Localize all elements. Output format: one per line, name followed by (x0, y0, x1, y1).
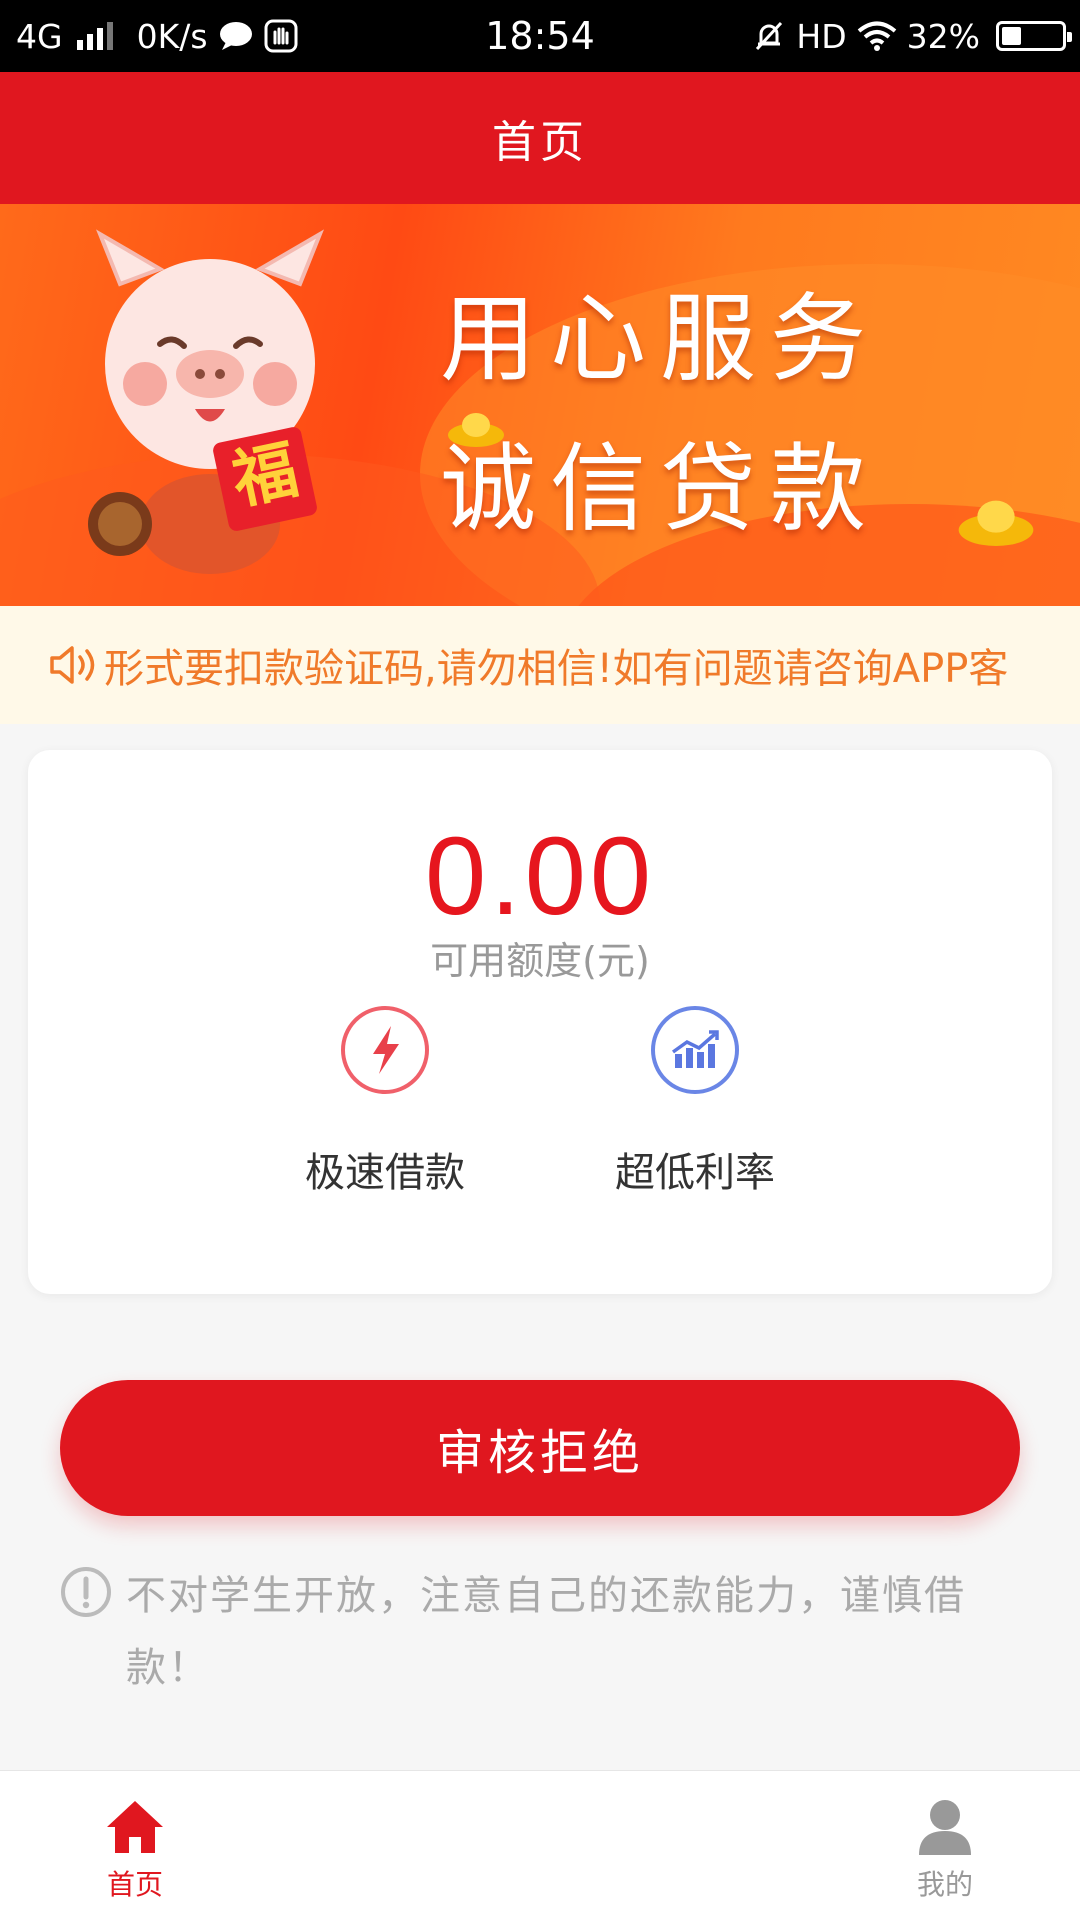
feature-low-rate[interactable]: 超低利率 (595, 1004, 795, 1198)
available-amount: 0.00 (424, 815, 656, 938)
trend-chart-icon (651, 1006, 739, 1094)
network-type: 4G (16, 16, 63, 56)
battery-icon (996, 21, 1072, 51)
signal-icon (76, 22, 113, 50)
available-amount-label: 可用额度(元) (430, 939, 650, 983)
warning-note: 不对学生开放，注意自己的还款能力，谨慎借款！ (60, 1560, 1000, 1704)
pig-mascot-icon (88, 229, 325, 574)
bottom-tab-bar: 首页 我的 (0, 1770, 1080, 1920)
notice-text: 形式要扣款验证码,请勿相信!如有问题请咨询APP客 (104, 646, 1009, 692)
tab-label: 我的 (916, 1868, 973, 1901)
feature-label: 超低利率 (615, 1150, 775, 1196)
tab-home[interactable]: 首页 (0, 1771, 540, 1920)
credit-card-panel: 0.00 可用额度(元) 极速借款 超低利率 (28, 750, 1052, 1294)
banner-line-2: 诚信贷款 (440, 433, 880, 545)
banner-line-1: 用心服务 (440, 283, 880, 395)
hand-icon (264, 19, 298, 53)
feature-fast-loan[interactable]: 极速借款 (285, 1004, 485, 1198)
hd-indicator: HD (796, 16, 847, 56)
gold-ingot-icon (958, 500, 1034, 546)
info-exclamation-icon (61, 1567, 111, 1617)
lightning-icon (341, 1006, 429, 1094)
gold-ingot-icon (448, 413, 504, 447)
network-speed: 0K/s (136, 16, 208, 56)
tab-mine[interactable]: 我的 (540, 1771, 1080, 1920)
battery-percent: 32% (906, 16, 980, 56)
app-header: 首页 (0, 72, 1080, 204)
wifi-icon (857, 21, 896, 51)
home-icon (107, 1801, 163, 1853)
user-icon (919, 1800, 971, 1855)
status-bar: 4G 0K/s 18:54 HD 32% (0, 0, 1080, 72)
review-status-button[interactable]: 审核拒绝 (60, 1380, 1020, 1516)
page-title: 首页 (492, 117, 588, 168)
mute-bell-icon (756, 21, 783, 51)
warning-text: 不对学生开放，注意自己的还款能力，谨慎借款！ (126, 1573, 966, 1691)
speaker-icon (50, 646, 95, 684)
promo-banner[interactable]: 福 用心服务 诚信贷款 (0, 204, 1080, 606)
feature-label: 极速借款 (305, 1150, 465, 1196)
notice-bar[interactable]: 形式要扣款验证码,请勿相信!如有问题请咨询APP客 (0, 606, 1080, 724)
tab-label: 首页 (106, 1868, 163, 1901)
message-icon (219, 22, 252, 50)
